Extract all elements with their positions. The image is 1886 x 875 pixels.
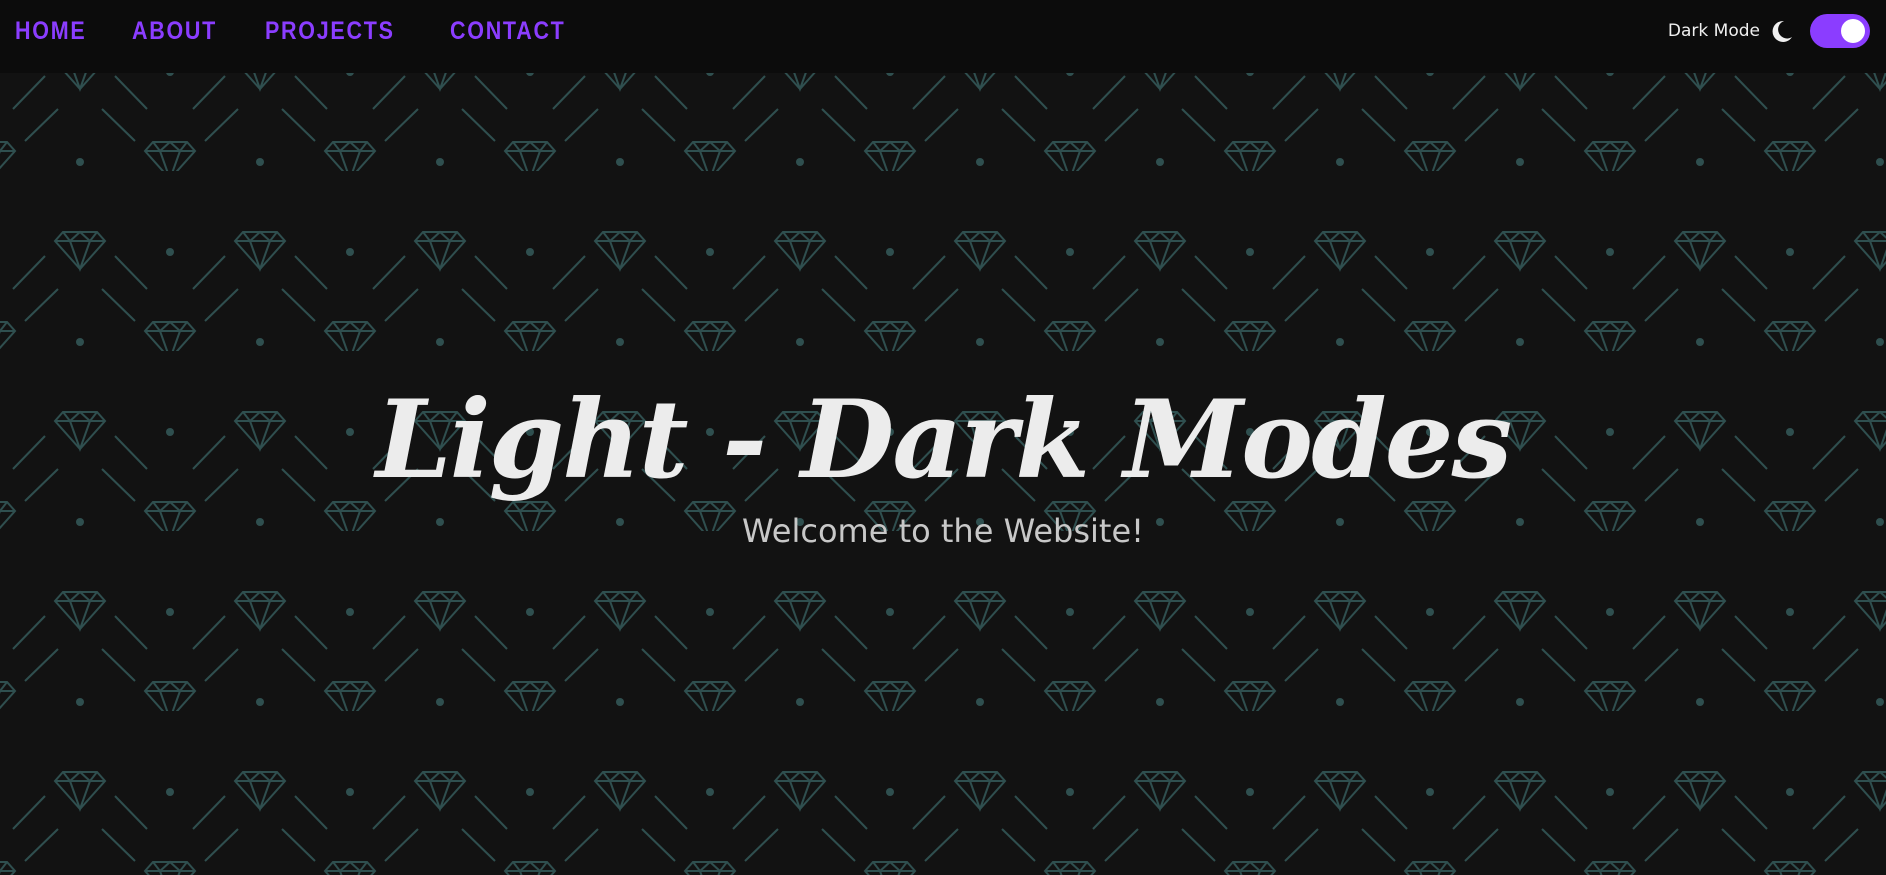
hero-subtitle: Welcome to the Website! [742, 512, 1144, 550]
moon-icon [1768, 18, 1794, 44]
top-navbar: HOME ABOUT PROJECTS CONTACT Dark Mode [0, 0, 1886, 73]
nav-link-home[interactable]: HOME [15, 17, 86, 46]
hero-section: Light - Dark Modes Welcome to the Websit… [0, 370, 1886, 550]
theme-switch: Dark Mode [1668, 14, 1870, 48]
nav-links: HOME ABOUT PROJECTS CONTACT [15, 0, 618, 62]
nav-link-contact[interactable]: CONTACT [450, 17, 566, 46]
nav-link-projects[interactable]: PROJECTS [265, 17, 395, 46]
dark-mode-label: Dark Mode [1667, 21, 1760, 41]
nav-link-about[interactable]: ABOUT [132, 17, 217, 46]
dark-mode-toggle[interactable] [1810, 14, 1870, 48]
hero-title: Light - Dark Modes [375, 377, 1513, 503]
toggle-knob [1841, 19, 1865, 43]
